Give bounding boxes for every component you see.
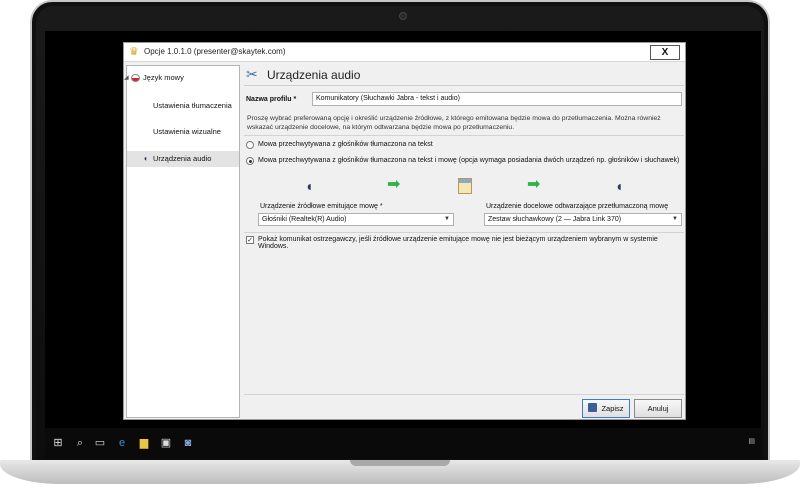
chevron-down-icon: ▼	[444, 216, 450, 222]
title-bar[interactable]: ♛ Opcje 1.0.1.0 (presenter@skaytek.com) …	[124, 43, 685, 62]
sidebar-item-visual-settings[interactable]: Ustawienia wizualne	[127, 124, 239, 140]
sidebar-item-label: Urządzenia audio	[153, 154, 212, 163]
laptop-notch	[350, 460, 450, 466]
warning-label: Pokaż komunikat ostrzegawczy, jeśli źród…	[258, 236, 658, 250]
sidebar-item-label: Ustawienia wizualne	[153, 127, 221, 136]
sidebar-item-label: Język mowy	[143, 73, 184, 82]
store-icon[interactable]: ▣	[157, 434, 175, 452]
save-icon	[588, 403, 598, 412]
option-text-speech-radio[interactable]	[246, 157, 254, 165]
description-text: Proszę wybrać preferowaną opcję i określ…	[247, 115, 661, 131]
window-title: Opcje 1.0.1.0 (presenter@skaytek.com)	[144, 47, 286, 56]
notifications-icon[interactable]: ▤	[748, 437, 755, 445]
app-icon: ♛	[129, 46, 139, 58]
flag-icon	[131, 74, 140, 82]
profile-label: Nazwa profilu *	[246, 96, 297, 103]
divider	[244, 232, 684, 233]
target-device-label: Urządzenie docelowe odtwarzające przetłu…	[486, 203, 669, 210]
option-text-speech-label: Mowa przechwytywana z głośników tłumaczo…	[258, 157, 680, 164]
sidebar: ◢ Język mowy Ustawienia tłumaczenia Usta…	[124, 65, 240, 418]
edge-icon[interactable]: e	[113, 434, 131, 452]
warning-checkbox[interactable]: ✓	[246, 236, 254, 244]
sidebar-item-audio-devices[interactable]: ◖ Urządzenia audio	[127, 151, 239, 167]
profile-name-input[interactable]: Komunikatory (Słuchawki Jabra - tekst i …	[312, 92, 682, 106]
source-device-value: Głośniki (Realtek(R) Audio)	[262, 216, 347, 223]
chevron-down-icon[interactable]: ◢	[124, 70, 129, 86]
windows-icon[interactable]: ⊞	[49, 434, 67, 452]
explorer-icon[interactable]: ▆	[135, 434, 153, 452]
page-title: Urządzenia audio	[267, 68, 361, 82]
close-button[interactable]: X	[650, 45, 680, 60]
speaker-icon: ◖	[143, 154, 148, 163]
divider	[244, 394, 684, 395]
camera	[399, 12, 407, 20]
option-text-label: Mowa przechwytywana z głośników tłumaczo…	[258, 141, 433, 148]
main-panel: ✂ Urządzenia audio Nazwa profilu * Komun…	[244, 65, 684, 418]
task-view-icon[interactable]: ▭	[91, 434, 109, 452]
arrow-right-icon: ➡	[387, 176, 401, 193]
save-button[interactable]: Zapisz	[582, 399, 630, 418]
chevron-down-icon: ▼	[672, 216, 678, 222]
screen: ♛ Opcje 1.0.1.0 (presenter@skaytek.com) …	[45, 31, 761, 459]
arrow-right-icon: ➡	[527, 176, 541, 193]
tools-icon: ✂	[246, 66, 258, 82]
target-device-value: Zestaw słuchawkowy (2 — Jabra Link 370)	[488, 216, 622, 223]
sidebar-item-label: Ustawienia tłumaczenia	[153, 101, 232, 110]
app-taskbar-icon[interactable]: ◙	[179, 434, 197, 452]
header-divider	[244, 85, 684, 86]
speaker-icon: ◖	[614, 178, 624, 194]
search-icon[interactable]: ⌕	[71, 434, 89, 452]
target-device-select[interactable]: Zestaw słuchawkowy (2 — Jabra Link 370) …	[484, 213, 682, 226]
cancel-button[interactable]: Anuluj	[634, 399, 682, 418]
document-icon	[458, 178, 472, 194]
sidebar-item-translation-settings[interactable]: Ustawienia tłumaczenia	[127, 98, 239, 114]
source-device-select[interactable]: Głośniki (Realtek(R) Audio) ▼	[258, 213, 454, 226]
speaker-icon: ◖	[304, 178, 314, 194]
options-window: ♛ Opcje 1.0.1.0 (presenter@skaytek.com) …	[123, 42, 686, 420]
sidebar-item-language[interactable]: ◢ Język mowy	[124, 70, 237, 86]
option-text-radio[interactable]	[246, 141, 254, 149]
taskbar: ⊞ ⌕ ▭ e ▆ ▣ ◙ ▤	[45, 428, 761, 459]
source-device-label: Urządzenie źródłowe emitujące mowę *	[260, 203, 383, 210]
divider	[244, 135, 684, 136]
